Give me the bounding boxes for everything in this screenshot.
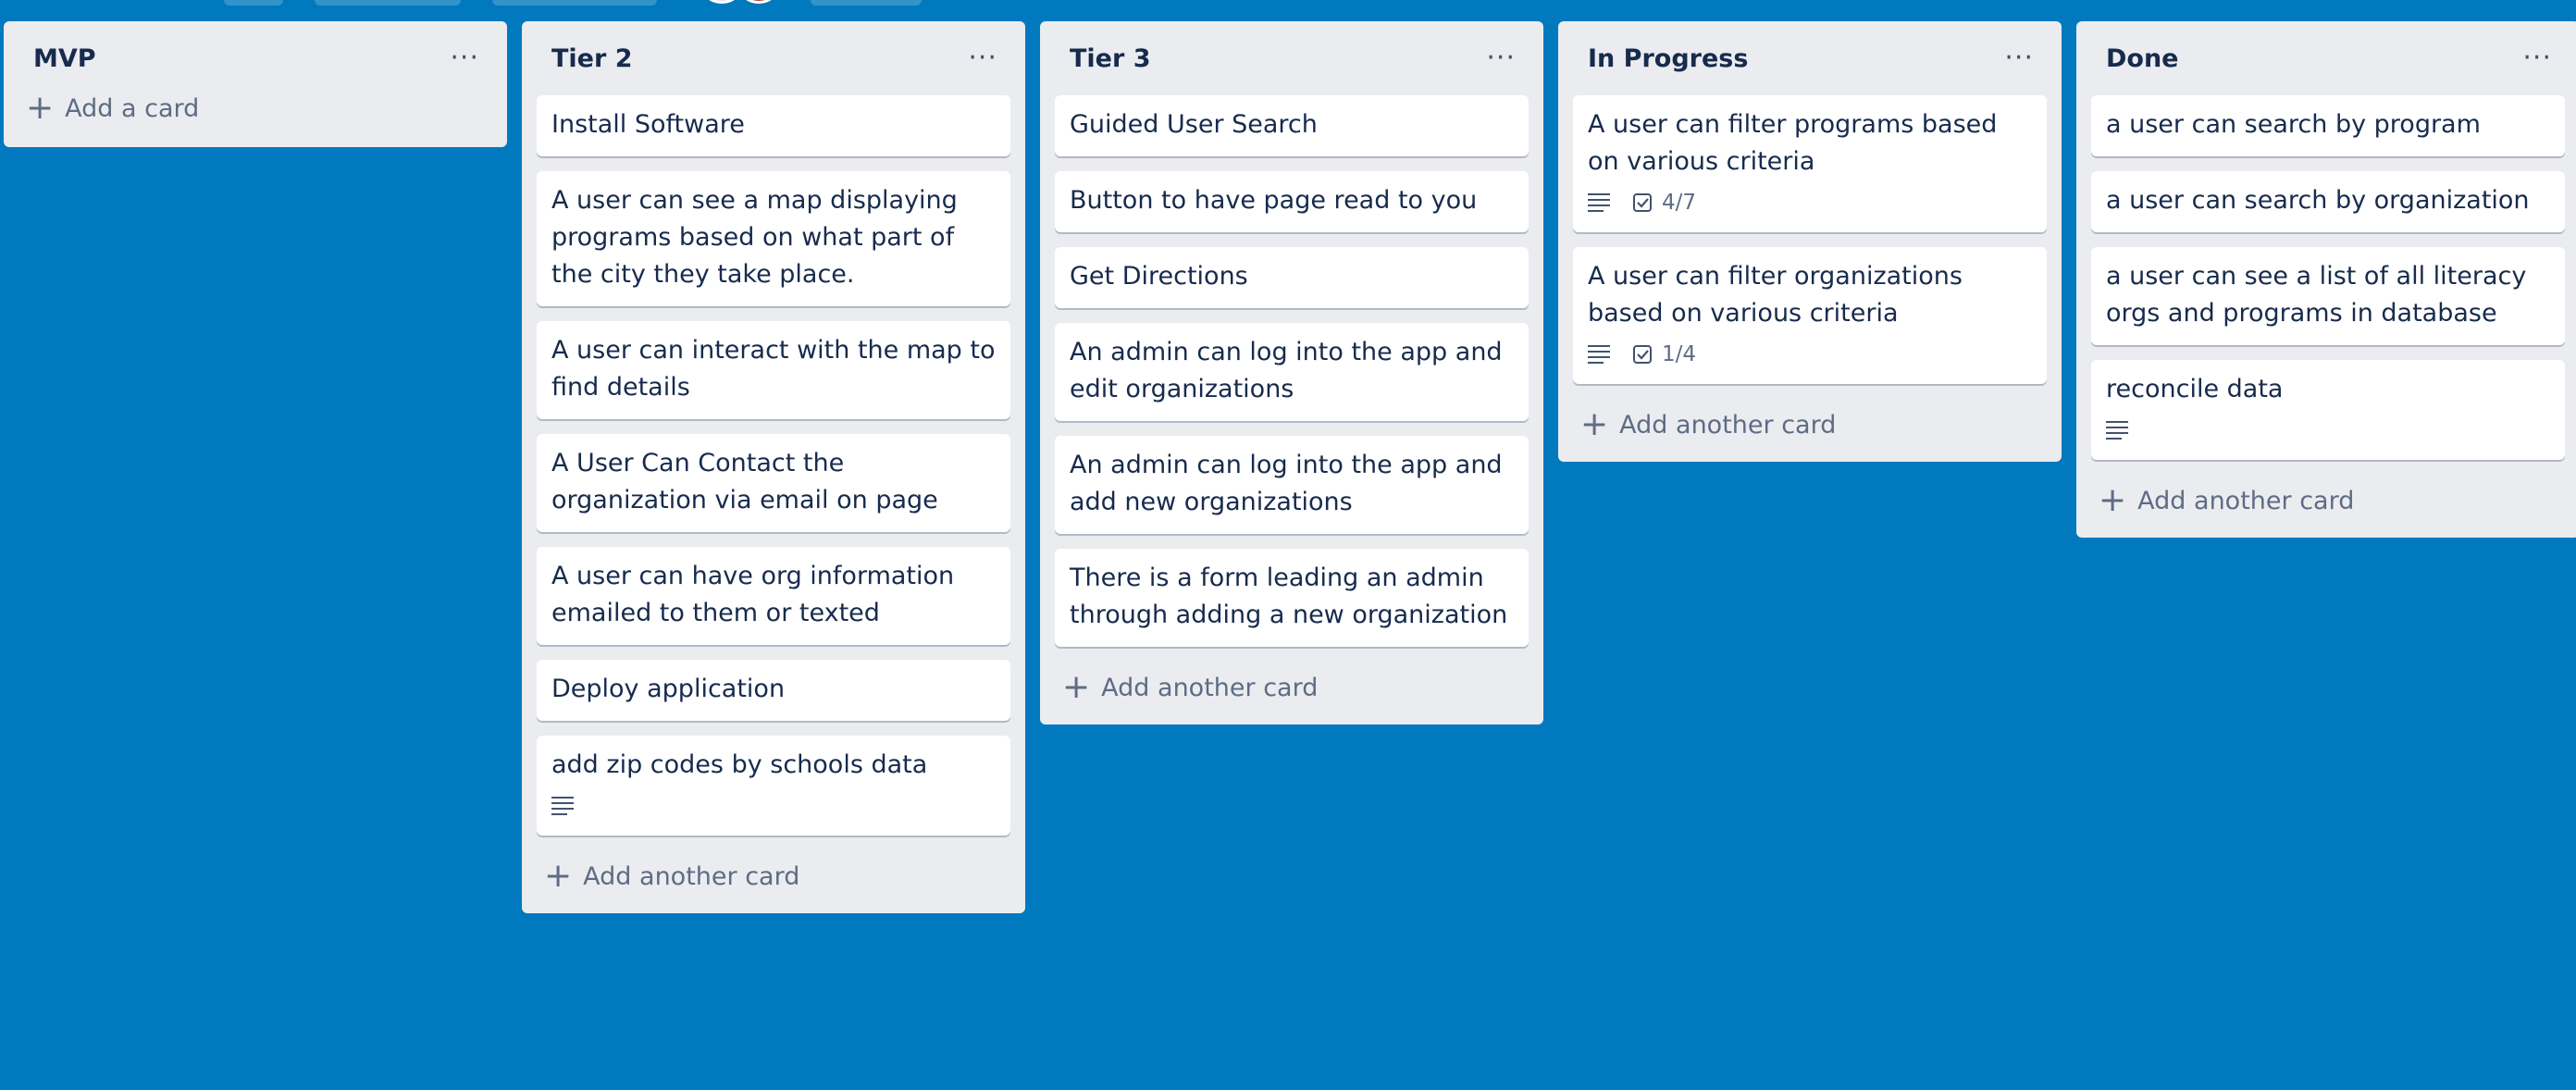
ellipsis-icon[interactable]: ··· [2517,41,2557,76]
plus-icon: + [2099,481,2127,519]
header-button[interactable] [315,0,461,6]
list-title[interactable]: Tier 3 [1070,44,1151,73]
card[interactable]: An admin can log into the app and edit o… [1055,323,1529,421]
ellipsis-icon[interactable]: ··· [962,41,1003,76]
card-title: An admin can log into the app and add ne… [1070,451,1503,516]
list-title[interactable]: MVP [33,44,96,73]
card-title: A user can see a map displaying programs… [551,186,958,289]
card-title: There is a form leading an admin through… [1070,564,1508,629]
card[interactable]: A user can have org information emailed … [537,547,1010,645]
card[interactable]: reconcile data [2091,360,2565,460]
card[interactable]: A user can interact with the map to find… [537,321,1010,419]
add-card-label: Add another card [583,861,800,891]
description-badge [1588,345,1610,364]
list-title[interactable]: In Progress [1588,44,1748,73]
plus-icon: + [26,89,55,127]
card-title: A user can filter programs based on vari… [1588,110,1998,176]
add-card-button[interactable]: + Add a card [19,82,492,134]
checklist-badge: 4/7 [1632,184,1696,221]
card[interactable]: A user can filter organizations based on… [1573,247,2047,384]
card-title: add zip codes by schools data [551,750,928,779]
list-mvp: MVP ··· + Add a card [4,21,507,147]
list-header[interactable]: Done ··· [2091,21,2565,95]
list-done: Done ··· a user can search by program a use… [2076,21,2576,538]
header-button[interactable] [811,0,922,6]
card-badges [551,789,996,823]
checklist-badge: 1/4 [1632,336,1696,373]
board-header-remnant [0,0,2576,9]
plus-icon: + [544,857,573,895]
avatar[interactable] [700,0,744,4]
add-card-button[interactable]: + Add another card [2091,475,2565,526]
header-button[interactable] [224,0,283,6]
card-title: A user can filter organizations based on… [1588,262,1963,328]
card-title: reconcile data [2106,375,2284,403]
card[interactable]: a user can search by organization [2091,171,2565,232]
description-icon [2106,421,2128,440]
description-icon [1588,345,1610,364]
list-header[interactable]: Tier 3 ··· [1055,21,1529,95]
card[interactable]: add zip codes by schools data [537,736,1010,836]
ellipsis-icon[interactable]: ··· [1999,41,2039,76]
card[interactable]: A user can see a map displaying programs… [537,171,1010,306]
add-card-label: Add another card [1101,673,1319,702]
card-badges: 4/7 [1588,186,2032,219]
description-badge [2106,421,2128,440]
list-tier-2: Tier 2 ··· Install Software A user can see … [522,21,1025,913]
card-title: Deploy application [551,675,786,703]
board: MVP ··· + Add a card Tier 2 ··· Install Softwa… [4,21,2576,913]
checklist-count: 1/4 [1662,342,1697,366]
card[interactable]: a user can search by program [2091,95,2565,156]
card[interactable]: Deploy application [537,660,1010,721]
plus-icon: + [1062,668,1091,706]
card[interactable]: Button to have page read to you [1055,171,1529,232]
checklist-icon [1632,192,1653,213]
description-badge [551,797,574,815]
list-title[interactable]: Done [2106,44,2179,73]
card[interactable]: An admin can log into the app and add ne… [1055,436,1529,534]
add-card-button[interactable]: + Add another card [1573,399,2047,451]
description-icon [551,797,574,815]
avatar[interactable] [737,0,781,4]
plus-icon: + [1580,405,1609,443]
card[interactable]: Get Directions [1055,247,1529,308]
card-title: An admin can log into the app and edit o… [1070,338,1503,403]
ellipsis-icon[interactable]: ··· [444,41,485,76]
card[interactable]: There is a form leading an admin through… [1055,549,1529,647]
list-tier-3: Tier 3 ··· Guided User Search Button to hav… [1040,21,1543,725]
card-title: A user can interact with the map to find… [551,336,996,402]
description-icon [1588,193,1610,212]
add-card-label: Add another card [1619,410,1837,440]
description-badge [1588,193,1610,212]
card-title: A User Can Contact the organization via … [551,449,938,514]
card-badges [2106,414,2550,447]
card-title: A user can have org information emailed … [551,562,955,627]
checklist-icon [1632,344,1653,365]
card-title: Button to have page read to you [1070,186,1478,215]
card-title: a user can search by program [2106,110,2481,139]
card-badges: 1/4 [1588,338,2032,371]
card[interactable]: A User Can Contact the organization via … [537,434,1010,532]
add-card-button[interactable]: + Add another card [1055,662,1529,713]
list-in-progress: In Progress ··· A user can filter programs… [1558,21,2062,462]
list-header[interactable]: In Progress ··· [1573,21,2047,95]
card-title: a user can search by organization [2106,186,2530,215]
add-card-label: Add a card [65,93,200,123]
add-card-label: Add another card [2137,486,2355,515]
card-title: Guided User Search [1070,110,1318,139]
card-title: a user can see a list of all literacy or… [2106,262,2527,328]
card[interactable]: a user can see a list of all literacy or… [2091,247,2565,345]
card-title: Install Software [551,110,745,139]
header-button[interactable] [492,0,657,6]
checklist-count: 4/7 [1662,191,1697,215]
card[interactable]: A user can filter programs based on vari… [1573,95,2047,232]
add-card-button[interactable]: + Add another card [537,850,1010,902]
card-title: Get Directions [1070,262,1248,291]
ellipsis-icon[interactable]: ··· [1480,41,1521,76]
card[interactable]: Guided User Search [1055,95,1529,156]
list-title[interactable]: Tier 2 [551,44,633,73]
list-header[interactable]: Tier 2 ··· [537,21,1010,95]
card[interactable]: Install Software [537,95,1010,156]
